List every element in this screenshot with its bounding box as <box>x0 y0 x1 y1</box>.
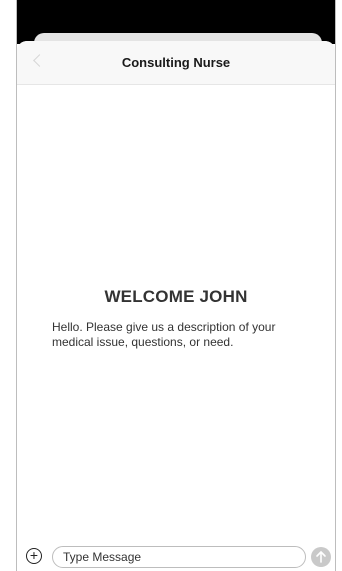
message-input[interactable] <box>52 546 306 568</box>
welcome-heading: WELCOME JOHN <box>104 287 248 306</box>
chat-sheet: Consulting Nurse WELCOME JOHN Hello. Ple… <box>17 41 335 571</box>
send-button[interactable] <box>311 547 331 567</box>
arrow-up-circle-icon <box>316 551 326 563</box>
chat-header: Consulting Nurse <box>17 41 335 85</box>
intro-message: Hello. Please give us a description of y… <box>52 320 276 349</box>
chat-title: Consulting Nurse <box>121 55 231 70</box>
plus-circle-icon: + <box>29 547 39 563</box>
screen: Consulting Nurse WELCOME JOHN Hello. Ple… <box>0 0 342 571</box>
add-attachment-button[interactable]: + <box>26 548 42 564</box>
message-composer: + <box>17 542 335 571</box>
